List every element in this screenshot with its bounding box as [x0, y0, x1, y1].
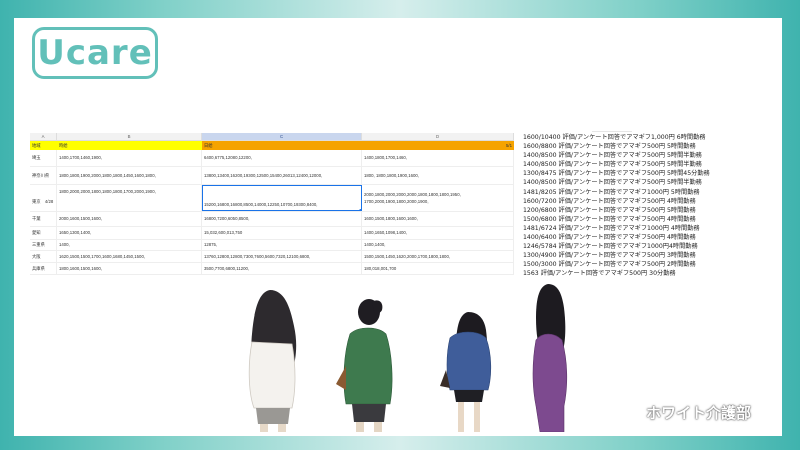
cell-hourly[interactable]: 1650,1300,1400, [57, 227, 202, 239]
column-header-b[interactable]: B [57, 133, 202, 140]
list-item: 1481/8205 評価/アンケート回答でアマギフ1000円 5時間勤務 [523, 188, 700, 196]
woman-purple-dress [532, 284, 568, 432]
woman-green-sweater [336, 299, 393, 432]
cell-region[interactable]: 東京 4/28 [30, 185, 57, 211]
cell-region[interactable]: 千葉 [30, 212, 57, 226]
list-item: 1300/4900 評価/アンケート回答でアマギフ500円 3時間勤務 [523, 252, 696, 260]
cell-hourly[interactable]: 1800,1800,1900,2000,1800,1800,1450,1600,… [57, 167, 202, 184]
list-item: 1600/7200 評価/アンケート回答でアマギフ500円 4時間勤務 [523, 197, 696, 205]
cell-d[interactable]: 180,018,001,700 [362, 263, 514, 274]
list-item: 1481/6724 評価/アンケート回答でアマギフ1000円 4時間勤務 [523, 224, 700, 232]
column-header-row: A B C D [30, 133, 514, 141]
header-hourly[interactable]: 時給 [57, 141, 202, 150]
cell-region[interactable]: 埼玉 [30, 150, 57, 166]
divider [592, 131, 632, 132]
cell-d[interactable]: 1600,1500,1800,1600,1600, [362, 212, 514, 226]
table-row: 東京 4/28 1800,2000,2000,1800,1800,1800,17… [30, 185, 514, 212]
list-item: 1400/8500 評価/アンケート回答でアマギフ500円 5時間半勤務 [523, 161, 702, 169]
list-item: 1246/5784 評価/アンケート回答でアマギフ1000円4時間勤務 [523, 243, 698, 251]
cell-d-line2: 1700,2000,1900,1800,2000,1900, [364, 199, 429, 204]
list-item: 1400/6400 評価/アンケート回答でアマギフ500円 4時間勤務 [523, 234, 696, 242]
column-header-a[interactable]: A [30, 133, 57, 140]
header-region[interactable]: 地域 [30, 141, 57, 150]
cell-daily[interactable]: 13760,12800,12800,7300,7600,5600,7320,12… [202, 251, 362, 262]
list-item: 1400/8500 評価/アンケート回答でアマギフ500円 5時間半勤務 [523, 179, 702, 187]
list-item: 1300/8475 評価/アンケート回答でアマギフ500円 5時間45分勤務 [523, 170, 710, 178]
cell-region[interactable]: 大阪 [30, 251, 57, 262]
column-header-d[interactable]: D [362, 133, 514, 140]
cell-daily[interactable]: 15,032,600,013,750 [202, 227, 362, 239]
sheet-title-row: 地域 時給 日給 5/1 [30, 141, 514, 150]
list-item: 1400/8500 評価/アンケート回答でアマギフ500円 5時間半勤務 [523, 152, 702, 160]
table-row: 神奈川県 1800,1800,1900,2000,1800,1800,1450,… [30, 167, 514, 185]
cell-daily-selected[interactable]: 15200,16800,16800,8500,14000,12250,10700… [202, 185, 362, 211]
woman-denim-jacket [440, 312, 492, 432]
cell-region[interactable]: 神奈川県 [30, 167, 57, 184]
ucare-logo: Ucare [32, 27, 158, 79]
table-row: 大阪 1620,1500,1500,1700,1600,1680,1450,15… [30, 251, 514, 263]
cell-d[interactable]: 1400,1650,1098,1400, [362, 227, 514, 239]
cell-hourly[interactable]: 1400,1700,1460,1900, [57, 150, 202, 166]
list-item: 1600/8800 評価/アンケート回答でアマギフ500円 5時間勤務 [523, 143, 696, 151]
cell-hourly[interactable]: 2000,1600,1500,1600, [57, 212, 202, 226]
spreadsheet: A B C D 地域 時給 日給 5/1 埼玉 1400,1700,1460,1… [30, 133, 514, 275]
cell-d-line1: 2000,1800,2000,2000,2000,1800,1800,1800,… [364, 192, 461, 197]
cell-region[interactable]: 愛知 [30, 227, 57, 239]
cell-daily[interactable]: 13800,13400,16200,19300,12500,15400,2601… [202, 167, 362, 184]
column-header-c[interactable]: C [202, 133, 362, 140]
cell-daily[interactable]: 12875, [202, 240, 362, 250]
table-row: 埼玉 1400,1700,1460,1900, 6400,6775,12080,… [30, 150, 514, 167]
cell-daily[interactable]: 3500,7700,6800,11200, [202, 263, 362, 274]
cell-daily[interactable]: 6400,6775,12080,12200, [202, 150, 362, 166]
table-row: 三重県 1400, 12875, 1400,1400, [30, 240, 514, 251]
woman-white-jacket [248, 290, 297, 432]
pay-list: 1600/10400 評価/アンケート回答でアマギフ1,000円 6時間勤務 1… [523, 133, 773, 279]
table-row: 愛知 1650,1300,1400, 15,032,600,013,750 14… [30, 227, 514, 240]
women-illustration [248, 284, 568, 432]
cell-hourly[interactable]: 1620,1500,1500,1700,1600,1680,1450,1500, [57, 251, 202, 262]
brand-watermark: ホワイト介護部 [646, 404, 752, 422]
cell-d[interactable]: 1500,1500,1450,1620,2000,1700,1800,1800, [362, 251, 514, 262]
cell-region[interactable]: 兵庫県 [30, 263, 57, 274]
cell-d[interactable]: 2000,1800,2000,2000,2000,1800,1800,1800,… [362, 185, 514, 211]
list-item: 1500/6800 評価/アンケート回答でアマギフ500円 4時間勤務 [523, 215, 696, 223]
header-date[interactable]: 5/1 [362, 141, 514, 150]
list-item: 1200/6800 評価/アンケート回答でアマギフ500円 5時間勤務 [523, 206, 696, 214]
list-item: 1600/10400 評価/アンケート回答でアマギフ1,000円 6時間勤務 [523, 134, 706, 141]
cell-region[interactable]: 三重県 [30, 240, 57, 250]
header-daily[interactable]: 日給 [202, 141, 362, 150]
list-item: 1500/3000 評価/アンケート回答でアマギフ500円 2時間勤務 [523, 261, 696, 269]
cell-hourly[interactable]: 1400, [57, 240, 202, 250]
cell-daily[interactable]: 16800,7200,6050,8500, [202, 212, 362, 226]
cell-hourly[interactable]: 1800,1600,1500,1600, [57, 263, 202, 274]
cell-d[interactable]: 1400,1800,1700,1460, [362, 150, 514, 166]
table-row: 兵庫県 1800,1600,1500,1600, 3500,7700,6800,… [30, 263, 514, 275]
list-item: 1563 評価/アンケート回答でアマギフ500円 30分勤務 [523, 270, 676, 278]
cell-d[interactable]: 1800, 1800,1800,1900,1600, [362, 167, 514, 184]
cell-d[interactable]: 1400,1400, [362, 240, 514, 250]
table-row: 千葉 2000,1600,1500,1600, 16800,7200,6050,… [30, 212, 514, 227]
cell-hourly[interactable]: 1800,2000,2000,1800,1800,1800,1700,2000,… [57, 185, 202, 211]
logo-text: Ucare [37, 33, 153, 73]
